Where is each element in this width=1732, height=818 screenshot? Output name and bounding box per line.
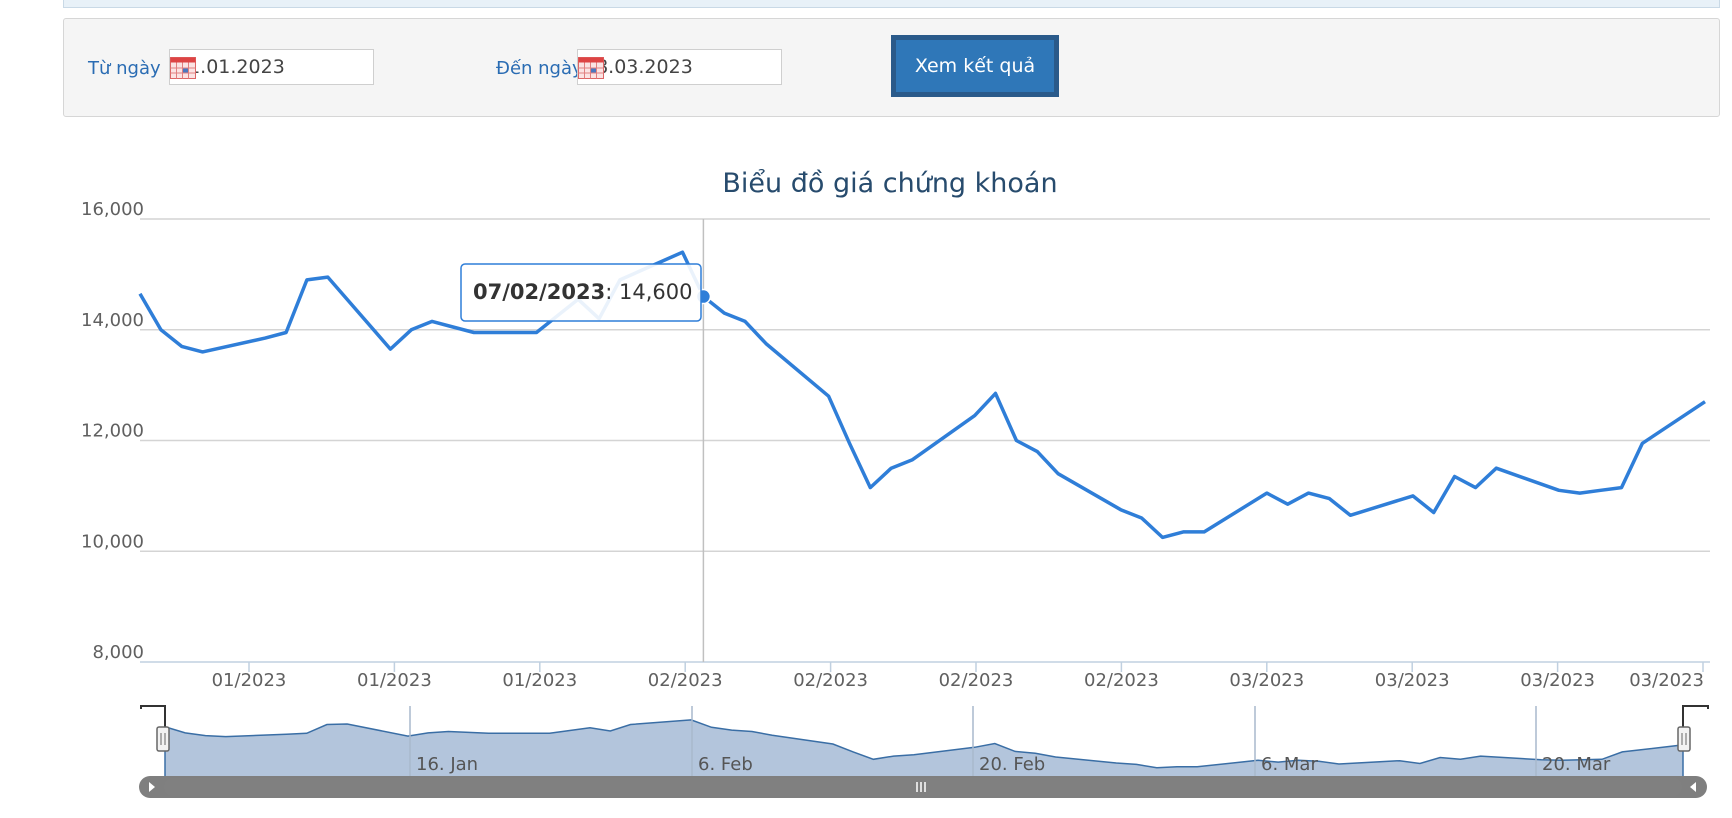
- data-point[interactable]: [137, 291, 143, 297]
- navigator-left-handle[interactable]: [156, 726, 170, 752]
- scrollbar-thumb[interactable]: [164, 778, 1682, 796]
- navigator-label: 6. Feb: [698, 754, 753, 775]
- data-point[interactable]: [179, 343, 185, 349]
- data-point[interactable]: [1013, 438, 1019, 444]
- data-point[interactable]: [1639, 440, 1645, 446]
- tooltip: 07/02/2023: 14,600: [460, 263, 702, 322]
- data-point[interactable]: [1139, 515, 1145, 521]
- data-point[interactable]: [304, 277, 310, 283]
- data-point[interactable]: [1347, 512, 1353, 518]
- x-tick-label: 01/2023: [212, 670, 287, 691]
- y-axis-labels: 16,000 14,000 12,000 10,000 8,000: [81, 199, 144, 663]
- y-tick-label: 8,000: [92, 642, 144, 663]
- data-point[interactable]: [721, 310, 727, 316]
- data-point[interactable]: [993, 390, 999, 396]
- data-point[interactable]: [533, 330, 539, 336]
- data-point[interactable]: [1556, 487, 1562, 493]
- data-point[interactable]: [1159, 534, 1165, 540]
- data-point[interactable]: [429, 318, 435, 324]
- x-tick-label: 03/2023: [1629, 670, 1704, 691]
- navigator-label: 16. Jan: [416, 754, 478, 775]
- navigator-label: 6. Mar: [1261, 754, 1318, 775]
- x-tick-label: 01/2023: [357, 670, 432, 691]
- x-tick-label: 03/2023: [1520, 670, 1595, 691]
- data-point[interactable]: [471, 330, 477, 336]
- stock-price-chart[interactable]: Biểu đồ giá chứng khoán 16,000 14,000 12,0…: [0, 0, 1732, 818]
- data-point[interactable]: [200, 349, 206, 355]
- data-point[interactable]: [1452, 473, 1458, 479]
- data-point[interactable]: [1431, 509, 1437, 515]
- data-point[interactable]: [888, 465, 894, 471]
- data-point[interactable]: [1180, 529, 1186, 535]
- data-point[interactable]: [1619, 485, 1625, 491]
- data-point[interactable]: [262, 335, 268, 341]
- y-tick-label: 16,000: [81, 199, 144, 220]
- navigator[interactable]: 16. Jan 6. Feb 20. Feb 6. Mar 20. Mar: [140, 705, 1709, 779]
- data-point[interactable]: [846, 440, 852, 446]
- x-tick-label: 02/2023: [1084, 670, 1159, 691]
- data-point[interactable]: [283, 330, 289, 336]
- data-point[interactable]: [742, 318, 748, 324]
- data-point[interactable]: [1285, 501, 1291, 507]
- x-tick-label: 01/2023: [502, 670, 577, 691]
- data-point[interactable]: [325, 274, 331, 280]
- data-point[interactable]: [1326, 496, 1332, 502]
- data-point[interactable]: [1472, 485, 1478, 491]
- data-point[interactable]: [1034, 449, 1040, 455]
- data-point[interactable]: [1055, 471, 1061, 477]
- data-point[interactable]: [1598, 487, 1604, 493]
- data-point[interactable]: [763, 341, 769, 347]
- data-point[interactable]: [909, 457, 915, 463]
- x-tick-label: 03/2023: [1229, 670, 1304, 691]
- data-point[interactable]: [408, 327, 414, 333]
- x-axis-labels: 01/2023 01/2023 01/2023 02/2023 02/2023 02/20…: [212, 662, 1704, 691]
- series-points: [137, 249, 1708, 540]
- navigator-series-area: [164, 719, 1684, 779]
- data-point[interactable]: [1201, 529, 1207, 535]
- data-point[interactable]: [867, 485, 873, 491]
- x-tick-label: 02/2023: [648, 670, 723, 691]
- grid-lines: [140, 218, 1710, 663]
- svg-text:07/02/2023: 14,600: 07/02/2023: 14,600: [473, 280, 692, 304]
- y-tick-label: 14,000: [81, 310, 144, 331]
- x-tick-label: 03/2023: [1375, 670, 1450, 691]
- x-tick-label: 02/2023: [939, 670, 1014, 691]
- data-point[interactable]: [1702, 399, 1708, 405]
- scrollbar[interactable]: [139, 776, 1707, 798]
- x-tick-label: 02/2023: [793, 670, 868, 691]
- data-point[interactable]: [1306, 490, 1312, 496]
- navigator-label: 20. Feb: [979, 754, 1045, 775]
- navigator-label: 20. Mar: [1542, 754, 1611, 775]
- price-series-line[interactable]: [138, 250, 1706, 540]
- tooltip-value: 14,600: [619, 280, 692, 304]
- data-point[interactable]: [972, 413, 978, 419]
- data-point[interactable]: [1118, 507, 1124, 513]
- data-point[interactable]: [1577, 490, 1583, 496]
- data-point[interactable]: [826, 393, 832, 399]
- data-point[interactable]: [450, 324, 456, 330]
- data-point[interactable]: [1410, 493, 1416, 499]
- data-point[interactable]: [387, 346, 393, 352]
- y-tick-label: 10,000: [81, 531, 144, 552]
- chart-title: Biểu đồ giá chứng khoán: [722, 168, 1057, 199]
- data-point[interactable]: [158, 327, 164, 333]
- data-point[interactable]: [1493, 465, 1499, 471]
- navigator-right-handle[interactable]: [1677, 726, 1691, 752]
- data-point[interactable]: [1264, 490, 1270, 496]
- y-tick-label: 12,000: [81, 421, 144, 442]
- data-point[interactable]: [680, 249, 686, 255]
- tooltip-date: 07/02/2023: [473, 280, 605, 304]
